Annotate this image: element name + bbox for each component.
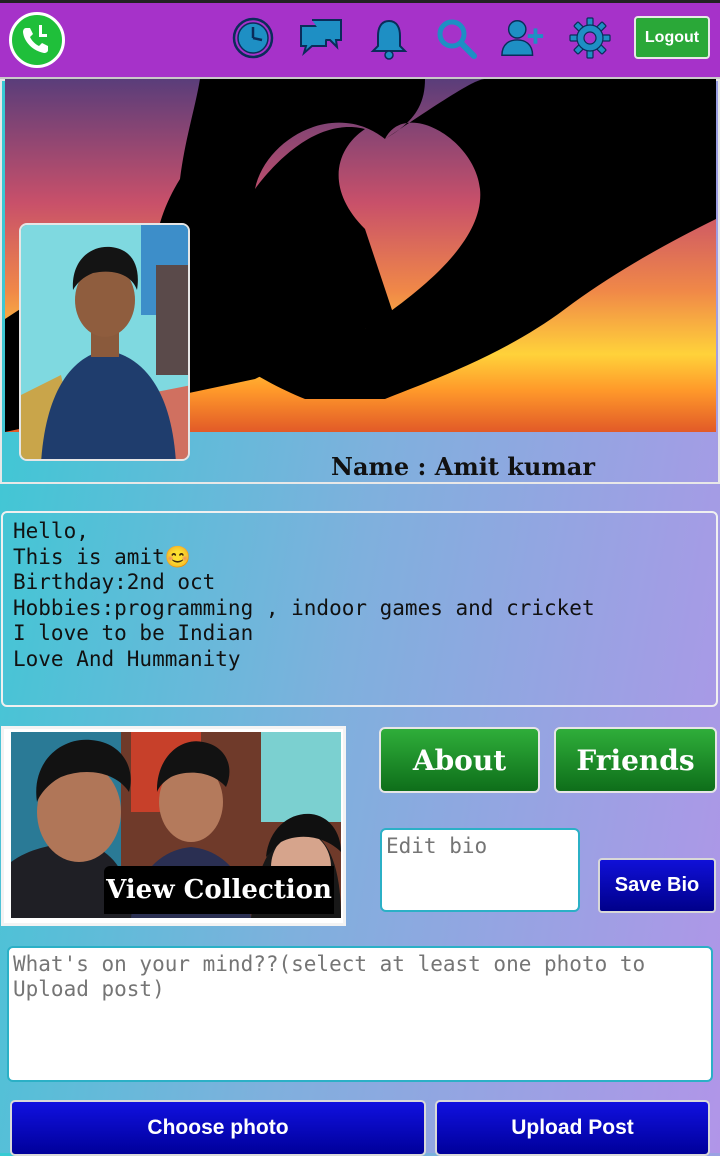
- choose-photo-button[interactable]: Choose photo: [10, 1100, 426, 1156]
- edit-bio-input[interactable]: [380, 828, 580, 912]
- add-friend-icon[interactable]: [500, 15, 546, 61]
- chat-icon[interactable]: [298, 15, 344, 61]
- bio-line: Love And Hummanity: [13, 647, 241, 671]
- clock-icon[interactable]: [230, 15, 276, 61]
- bio-line: I love to be Indian: [13, 621, 254, 645]
- profile-avatar[interactable]: [19, 223, 190, 461]
- app-logo-icon[interactable]: [9, 12, 65, 68]
- bio-line: Hello,: [13, 519, 89, 543]
- about-button[interactable]: About: [379, 727, 540, 793]
- save-bio-button[interactable]: Save Bio: [598, 858, 716, 913]
- logout-button[interactable]: Logout: [634, 16, 710, 59]
- bio-line: Hobbies:programming , indoor games and c…: [13, 596, 595, 620]
- bell-icon[interactable]: [366, 15, 412, 61]
- upload-post-button[interactable]: Upload Post: [435, 1100, 710, 1156]
- search-icon[interactable]: [433, 15, 479, 61]
- post-text-input[interactable]: [7, 946, 713, 1082]
- friends-button[interactable]: Friends: [554, 727, 717, 793]
- bio-line: This is amit😊: [13, 545, 191, 569]
- top-nav-bar: Logout: [0, 3, 720, 79]
- bio-line: Birthday:2nd oct: [13, 570, 216, 594]
- profile-name: Name : Amit kumar: [331, 452, 595, 481]
- view-collection-button[interactable]: View Collection: [104, 866, 334, 914]
- bio-box: Hello, This is amit😊 Birthday:2nd oct Ho…: [1, 511, 718, 707]
- gear-icon[interactable]: [567, 15, 613, 61]
